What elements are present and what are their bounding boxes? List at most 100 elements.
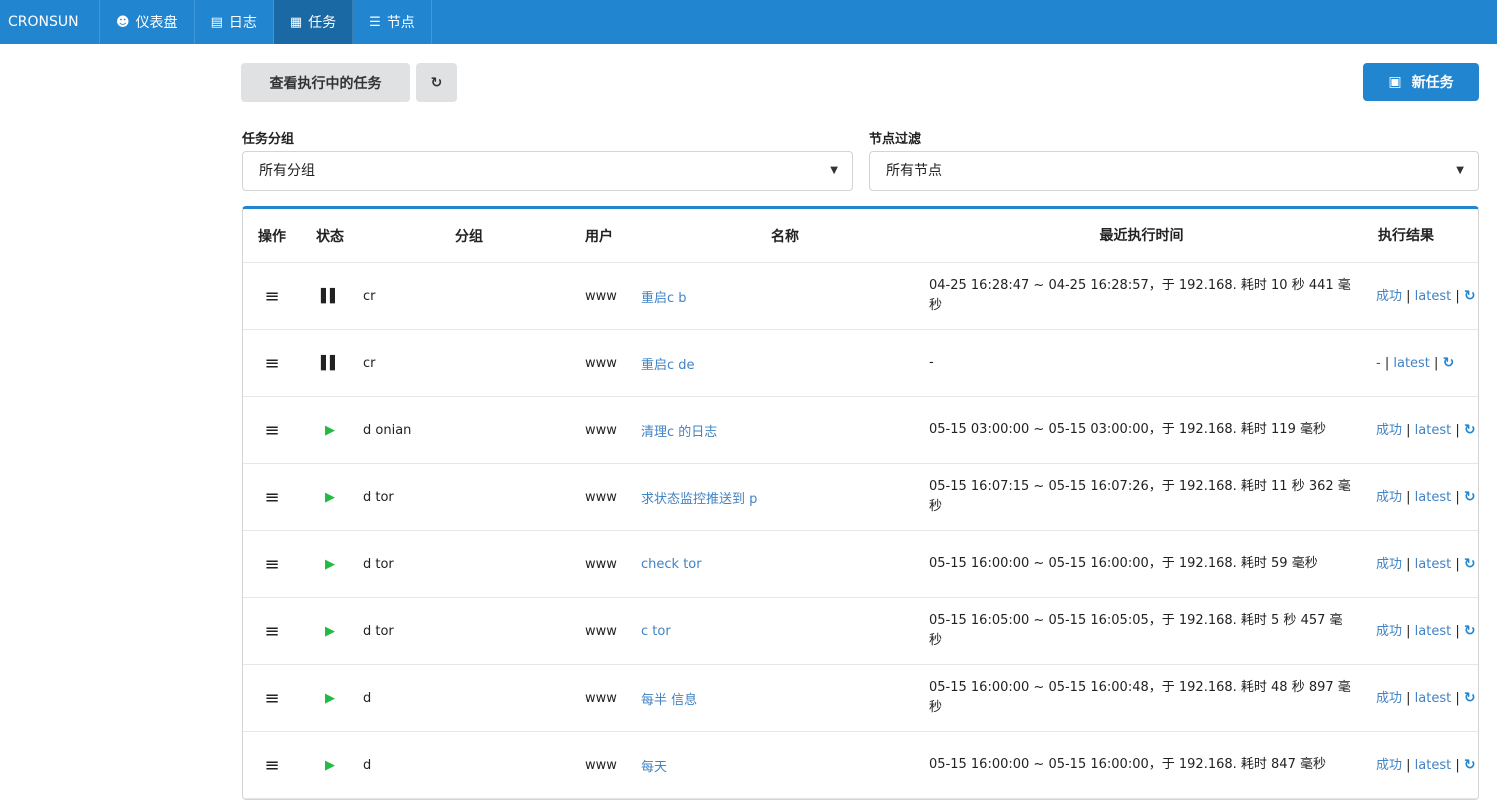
task-user: www bbox=[585, 556, 617, 572]
task-name-link[interactable]: check tor bbox=[641, 557, 702, 572]
play-icon[interactable]: ▶ bbox=[325, 758, 335, 773]
rerun-icon[interactable]: ↻ bbox=[1464, 690, 1476, 706]
task-user: www bbox=[585, 489, 617, 505]
task-result: 成功 | latest | ↻ bbox=[1376, 287, 1476, 304]
menu-icon[interactable]: ≡ bbox=[264, 621, 279, 642]
nav-item-nodes[interactable]: ☰ 节点 bbox=[353, 0, 432, 44]
task-last-exec: 04-25 16:28:47 ~ 04-25 16:28:57，于 192.16… bbox=[929, 278, 1351, 313]
task-user: www bbox=[585, 690, 617, 706]
group-filter-select[interactable]: 所有分组 ▼ bbox=[242, 151, 853, 191]
latest-link[interactable]: latest bbox=[1415, 758, 1452, 773]
result-link[interactable]: 成功 bbox=[1376, 423, 1402, 438]
brand-logo[interactable]: CRONSUN bbox=[0, 0, 100, 44]
table-row: ≡ ▌▌ cr www 重启c b 04-25 16:28:47 ~ 04-25 16:2… bbox=[243, 263, 1478, 330]
header-name: 名称 bbox=[771, 228, 799, 245]
task-last-exec: - bbox=[929, 355, 934, 370]
task-name-link[interactable]: 清理c 的日志 bbox=[641, 425, 717, 440]
play-icon[interactable]: ▶ bbox=[325, 691, 335, 706]
latest-link[interactable]: latest bbox=[1415, 557, 1452, 572]
task-group: d onian bbox=[363, 422, 412, 438]
nav-item-tasks[interactable]: ▦ 任务 bbox=[273, 0, 354, 44]
latest-link[interactable]: latest bbox=[1415, 289, 1452, 304]
table-row: ≡ ▶ d www 每天 05-15 16:00:00 ~ 05-15 16:00:00，… bbox=[243, 732, 1478, 799]
top-navbar: CRONSUN ☻ 仪表盘 ▤ 日志 ▦ 任务 ☰ 节点 bbox=[0, 0, 1497, 44]
task-result: 成功 | latest | ↻ bbox=[1376, 622, 1476, 639]
task-name-link[interactable]: 求状态监控推送到 p bbox=[641, 492, 757, 507]
menu-icon[interactable]: ≡ bbox=[264, 755, 279, 776]
task-last-exec: 05-15 16:00:00 ~ 05-15 16:00:48，于 192.16… bbox=[929, 680, 1351, 715]
play-icon[interactable]: ▶ bbox=[325, 624, 335, 639]
rerun-icon[interactable]: ↻ bbox=[1443, 355, 1455, 371]
new-task-button[interactable]: ▣ 新任务 bbox=[1363, 63, 1479, 101]
menu-icon[interactable]: ≡ bbox=[264, 554, 279, 575]
pause-icon[interactable]: ▌▌ bbox=[321, 356, 340, 371]
new-task-label: 新任务 bbox=[1411, 75, 1454, 91]
task-last-exec: 05-15 16:00:00 ~ 05-15 16:00:00，于 192.16… bbox=[929, 757, 1326, 772]
rerun-icon[interactable]: ↻ bbox=[1464, 556, 1476, 572]
task-result: 成功 | latest | ↻ bbox=[1376, 756, 1476, 773]
menu-icon[interactable]: ≡ bbox=[264, 688, 279, 709]
latest-link[interactable]: latest bbox=[1415, 423, 1452, 438]
play-icon[interactable]: ▶ bbox=[325, 557, 335, 572]
header-op: 操作 bbox=[258, 228, 286, 245]
task-result: - | latest | ↻ bbox=[1376, 354, 1455, 371]
task-group: cr bbox=[363, 288, 376, 304]
menu-icon[interactable]: ≡ bbox=[264, 487, 279, 508]
result-link[interactable]: 成功 bbox=[1376, 557, 1402, 572]
menu-icon[interactable]: ≡ bbox=[264, 286, 279, 307]
rerun-icon[interactable]: ↻ bbox=[1464, 757, 1476, 773]
nav-item-label: 日志 bbox=[228, 15, 257, 31]
refresh-icon: ↻ bbox=[430, 74, 443, 91]
result-link[interactable]: 成功 bbox=[1376, 758, 1402, 773]
task-group: d tor bbox=[363, 489, 394, 505]
task-name-link[interactable]: 重启c de bbox=[641, 358, 695, 373]
menu-icon[interactable]: ≡ bbox=[264, 420, 279, 441]
node-filter-select[interactable]: 所有节点 ▼ bbox=[869, 151, 1479, 191]
server-icon: ☰ bbox=[369, 14, 381, 30]
task-name-link[interactable]: 每天 bbox=[641, 760, 667, 775]
task-result: 成功 | latest | ↻ bbox=[1376, 421, 1476, 438]
task-group: d bbox=[363, 690, 372, 706]
refresh-button[interactable]: ↻ bbox=[416, 63, 457, 102]
nav-item-dashboard[interactable]: ☻ 仪表盘 bbox=[100, 0, 195, 44]
rerun-icon[interactable]: ↻ bbox=[1464, 422, 1476, 438]
rerun-icon[interactable]: ↻ bbox=[1464, 288, 1476, 304]
latest-link[interactable]: latest bbox=[1415, 490, 1452, 505]
table-row: ≡ ▶ d tor www check tor 05-15 16:00:00 ~ 05-1… bbox=[243, 531, 1478, 598]
task-user: www bbox=[585, 757, 617, 773]
header-last-exec: 最近执行时间 bbox=[1099, 227, 1184, 244]
task-last-exec: 05-15 16:05:00 ~ 05-15 16:05:05，于 192.16… bbox=[929, 613, 1343, 648]
latest-link[interactable]: latest bbox=[1415, 691, 1452, 706]
task-name-link[interactable]: 每半 信息 bbox=[641, 693, 697, 708]
play-icon[interactable]: ▶ bbox=[325, 423, 335, 438]
task-group: cr bbox=[363, 355, 376, 371]
result-link[interactable]: 成功 bbox=[1376, 490, 1402, 505]
rerun-icon[interactable]: ↻ bbox=[1464, 489, 1476, 505]
rerun-icon[interactable]: ↻ bbox=[1464, 623, 1476, 639]
header-result: 执行结果 bbox=[1378, 227, 1434, 244]
task-user: www bbox=[585, 288, 617, 304]
view-running-tasks-button[interactable]: 查看执行中的任务 bbox=[241, 63, 410, 102]
nav-item-logs[interactable]: ▤ 日志 bbox=[195, 0, 274, 44]
result-link[interactable]: - bbox=[1376, 356, 1381, 371]
task-name-link[interactable]: 重启c b bbox=[641, 291, 687, 306]
task-name-link[interactable]: c tor bbox=[641, 624, 671, 639]
file-icon: ▤ bbox=[210, 14, 223, 30]
result-link[interactable]: 成功 bbox=[1376, 624, 1402, 639]
play-icon[interactable]: ▶ bbox=[325, 490, 335, 505]
pause-icon[interactable]: ▌▌ bbox=[321, 289, 340, 304]
task-result: 成功 | latest | ↻ bbox=[1376, 689, 1476, 706]
menu-icon[interactable]: ≡ bbox=[264, 353, 279, 374]
group-filter-label: 任务分组 bbox=[242, 132, 295, 147]
latest-link[interactable]: latest bbox=[1393, 356, 1430, 371]
result-link[interactable]: 成功 bbox=[1376, 289, 1402, 304]
table-row: ≡ ▶ d www 每半 信息 05-15 16:00:00 ~ 05-15 16:00:… bbox=[243, 665, 1478, 732]
task-result: 成功 | latest | ↻ bbox=[1376, 488, 1476, 505]
result-link[interactable]: 成功 bbox=[1376, 691, 1402, 706]
task-user: www bbox=[585, 422, 617, 438]
table-row: ≡ ▶ d onian www 清理c 的日志 05-15 03:00:00 ~ 05-1… bbox=[243, 397, 1478, 464]
dropdown-caret-icon: ▼ bbox=[1456, 165, 1464, 176]
task-last-exec: 05-15 03:00:00 ~ 05-15 03:00:00，于 192.16… bbox=[929, 422, 1326, 437]
task-last-exec: 05-15 16:07:15 ~ 05-15 16:07:26，于 192.16… bbox=[929, 479, 1351, 514]
latest-link[interactable]: latest bbox=[1415, 624, 1452, 639]
